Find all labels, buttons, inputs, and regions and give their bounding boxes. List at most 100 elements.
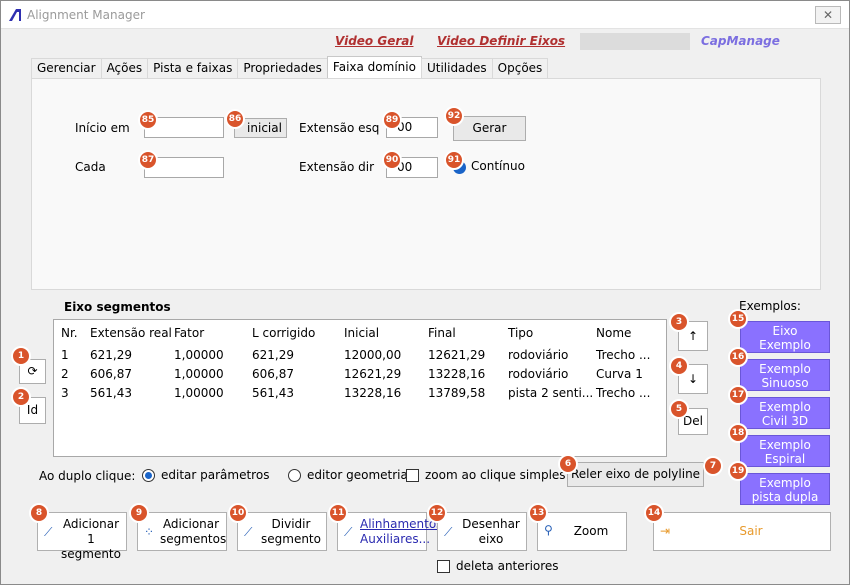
badge-85: 85 (138, 110, 158, 130)
exemplos-title: Exemplos: (739, 299, 801, 313)
col-header-nr[interactable]: Nr. (61, 326, 78, 340)
duplo-clique-label: Ao duplo clique: (39, 469, 136, 483)
video-definir-eixos-link[interactable]: Video Definir Eixos (437, 34, 565, 48)
deleta-anteriores-checkbox[interactable] (437, 560, 450, 573)
exemplo-civil3d-button[interactable]: Exemplo Civil 3D (740, 397, 830, 429)
row3-fator[interactable]: 1,00000 (174, 386, 224, 400)
title-bar: Alignment Manager ✕ (1, 1, 849, 29)
sair-button[interactable]: ⇥ Sair (653, 512, 831, 551)
col-header-extensao-real[interactable]: Extensão real (90, 326, 172, 340)
tab-opcoes[interactable]: Opções (491, 58, 549, 78)
eixo-exemplo-line1: Eixo (772, 324, 798, 338)
zoom-clique-checkbox[interactable] (406, 469, 419, 482)
row3-extensao[interactable]: 561,43 (90, 386, 132, 400)
badge-16: 16 (728, 347, 748, 367)
row1-fator[interactable]: 1,00000 (174, 348, 224, 362)
tab-acoes[interactable]: Ações (100, 58, 149, 78)
row2-final[interactable]: 13228,16 (428, 367, 485, 381)
alinhamentos-line2: Auxiliares... (360, 532, 431, 546)
desenhar-eixo-button[interactable]: ⟋ Desenhar eixo (437, 512, 527, 551)
eixo-exemplo-button[interactable]: Eixo Exemplo (740, 321, 830, 353)
row1-inicial[interactable]: 12000,00 (344, 348, 401, 362)
row1-l-corrigido[interactable]: 621,29 (252, 348, 294, 362)
zoom-button[interactable]: ⚲ Zoom (537, 512, 627, 551)
col-header-tipo[interactable]: Tipo (508, 326, 533, 340)
row3-final[interactable]: 13789,58 (428, 386, 485, 400)
row1-nr[interactable]: 1 (61, 348, 69, 362)
adicionar-1-line1: Adicionar 1 (62, 517, 120, 546)
row3-tipo[interactable]: pista 2 senti... (508, 386, 593, 400)
refresh-icon: ⟳ (27, 364, 38, 378)
col-header-l-corrigido[interactable]: L corrigido (252, 326, 315, 340)
adicionar-1-segmento-button[interactable]: ⟋ Adicionar 1 segmento (37, 512, 127, 561)
segments-list[interactable]: Nr. Extensão real Fator L corrigido Inic… (53, 319, 667, 457)
col-header-inicial[interactable]: Inicial (344, 326, 379, 340)
badge-10: 10 (228, 503, 248, 523)
badge-14: 14 (644, 503, 664, 523)
video-geral-link[interactable]: Video Geral (335, 34, 413, 48)
exemplo-sinuoso-button[interactable]: Exemplo Sinuoso (740, 359, 830, 391)
split-segment-icon: ⟋ (244, 525, 253, 539)
row3-inicial[interactable]: 13228,16 (344, 386, 401, 400)
badge-91: 91 (444, 150, 464, 170)
magnifier-icon: ⚲ (544, 523, 553, 537)
sair-label: Sair (739, 524, 763, 538)
row3-l-corrigido[interactable]: 561,43 (252, 386, 294, 400)
tab-faixa-dominio[interactable]: Faixa domínio (326, 56, 422, 78)
exemplo-espiral-line2: Espiral (764, 452, 806, 466)
badge-8: 8 (29, 503, 49, 523)
desenhar-line1: Desenhar (462, 517, 520, 531)
exemplo-civil3d-line1: Exemplo (759, 400, 811, 414)
capmanage-link[interactable]: CapManage (701, 34, 780, 48)
exemplo-espiral-button[interactable]: Exemplo Espiral (740, 435, 830, 467)
badge-86: 86 (225, 109, 245, 129)
add-segment-icon: ⟋ (44, 525, 53, 539)
tab-strip: Gerenciar Ações Pista e faixas Proprieda… (31, 56, 549, 78)
tab-gerenciar[interactable]: Gerenciar (31, 58, 102, 78)
gerar-button[interactable]: Gerar (453, 116, 526, 141)
row1-nome[interactable]: Trecho ... (596, 348, 650, 362)
badge-11: 11 (328, 503, 348, 523)
col-header-final[interactable]: Final (428, 326, 456, 340)
tab-propriedades[interactable]: Propriedades (237, 58, 328, 78)
auxiliary-alignment-icon: ⟋ (344, 525, 353, 539)
zoom-clique-label: zoom ao clique simples (425, 468, 566, 482)
row1-tipo[interactable]: rodoviário (508, 348, 568, 362)
row3-nr[interactable]: 3 (61, 386, 69, 400)
badge-9: 9 (129, 503, 149, 523)
extensao-dir-label: Extensão dir (299, 160, 375, 174)
editar-parametros-radio[interactable] (142, 469, 155, 482)
editor-geometria-radio[interactable] (288, 469, 301, 482)
row2-tipo[interactable]: rodoviário (508, 367, 568, 381)
col-header-nome[interactable]: Nome (596, 326, 631, 340)
tab-utilidades[interactable]: Utilidades (420, 58, 493, 78)
cada-label: Cada (75, 160, 106, 174)
row2-l-corrigido[interactable]: 606,87 (252, 367, 294, 381)
exemplo-pista-dupla-line2: pista dupla (751, 490, 819, 504)
row2-extensao[interactable]: 606,87 (90, 367, 132, 381)
row1-extensao[interactable]: 621,29 (90, 348, 132, 362)
col-header-fator[interactable]: Fator (174, 326, 204, 340)
badge-7: 7 (703, 456, 723, 476)
adicionar-segmentos-button[interactable]: ⁘ Adicionar segmentos (137, 512, 227, 551)
exemplo-sinuoso-line1: Exemplo (759, 362, 811, 376)
dividir-segmento-button[interactable]: ⟋ Dividir segmento (237, 512, 327, 551)
row1-final[interactable]: 12621,29 (428, 348, 485, 362)
draw-axis-icon: ⟋ (444, 525, 453, 539)
row2-nr[interactable]: 2 (61, 367, 69, 381)
row3-nome[interactable]: Trecho ... (596, 386, 650, 400)
row2-inicial[interactable]: 12621,29 (344, 367, 401, 381)
badge-5: 5 (669, 399, 689, 419)
arrow-up-icon: ↑ (687, 329, 699, 343)
reler-eixo-button[interactable]: Reler eixo de polyline (567, 462, 704, 487)
row2-nome[interactable]: Curva 1 (596, 367, 643, 381)
continuo-label: Contínuo (471, 159, 525, 173)
gray-placeholder-field (580, 33, 690, 50)
alinhamentos-auxiliares-button[interactable]: ⟋ Alinhamentos Auxiliares... (337, 512, 442, 551)
exemplo-pista-dupla-button[interactable]: Exemplo pista dupla (740, 473, 830, 505)
tab-pista-e-faixas[interactable]: Pista e faixas (147, 58, 239, 78)
alignment-manager-window: Alignment Manager ✕ Video Geral Video De… (0, 0, 850, 585)
row2-fator[interactable]: 1,00000 (174, 367, 224, 381)
badge-1: 1 (11, 346, 31, 366)
close-button[interactable]: ✕ (815, 6, 841, 24)
